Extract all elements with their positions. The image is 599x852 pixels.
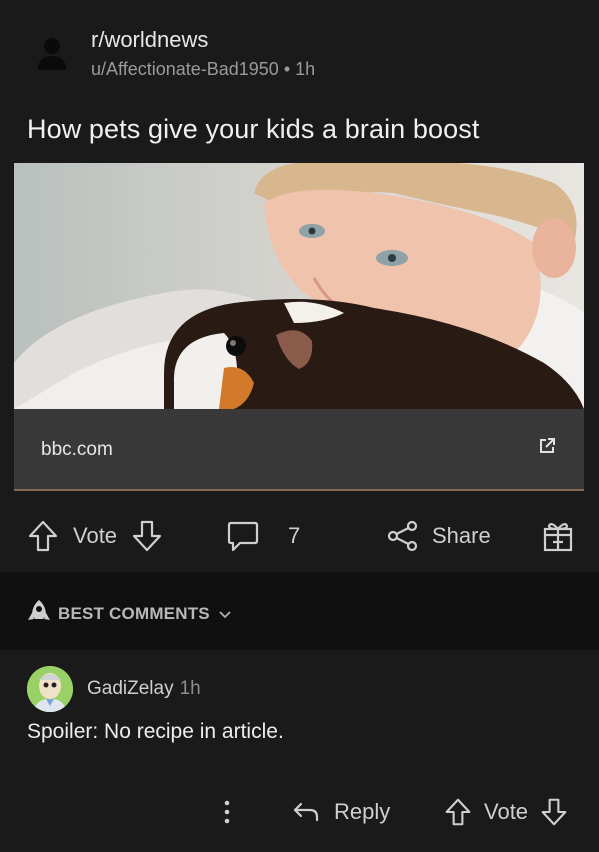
rocket-icon: [26, 598, 52, 629]
article-thumbnail[interactable]: [14, 163, 584, 409]
comment-upvote-icon[interactable]: [444, 797, 472, 827]
link-domain[interactable]: bbc.com: [41, 439, 113, 461]
sort-dropdown[interactable]: BEST COMMENTS: [26, 598, 231, 629]
subreddit-avatar-icon[interactable]: [36, 36, 68, 72]
comment-author[interactable]: GadiZelay: [87, 678, 174, 699]
reply-label: Reply: [334, 799, 391, 824]
vote-label: Vote: [73, 523, 118, 548]
share-button[interactable]: Share: [386, 518, 491, 554]
comment-vote-label: Vote: [484, 799, 529, 824]
comment-vote-group: Vote: [444, 794, 568, 830]
post-header: r/worldnews u/Affectionate-Bad1950 • 1h …: [0, 0, 599, 160]
more-options-button[interactable]: [220, 794, 234, 830]
comment-downvote-icon[interactable]: [540, 797, 568, 827]
subreddit-name[interactable]: r/worldnews: [91, 27, 208, 53]
comment-bubble-icon: [226, 519, 260, 553]
link-bar[interactable]: bbc.com: [14, 409, 584, 489]
link-preview-card[interactable]: bbc.com: [14, 163, 584, 491]
upvote-icon[interactable]: [27, 519, 59, 553]
downvote-icon[interactable]: [131, 519, 163, 553]
post-time: 1h: [295, 59, 316, 79]
award-button[interactable]: [541, 518, 575, 554]
reply-button[interactable]: Reply: [292, 794, 390, 830]
post-title[interactable]: How pets give your kids a brain boost: [27, 114, 479, 145]
vote-group: Vote: [27, 518, 163, 554]
share-label: Share: [432, 523, 491, 548]
external-link-icon[interactable]: [538, 437, 556, 455]
sort-label: BEST COMMENTS: [58, 603, 210, 623]
reply-arrow-icon: [292, 799, 320, 825]
meta-separator: •: [283, 59, 291, 79]
comment: GadiZelay 1h Spoiler: No recipe in articl…: [0, 650, 599, 852]
comment-actions: Reply Vote: [0, 790, 599, 834]
comments-header: BEST COMMENTS: [0, 572, 599, 650]
comment-count: 7: [288, 523, 301, 548]
more-vertical-icon: [220, 797, 234, 827]
share-icon: [386, 519, 420, 553]
comment-author-line: GadiZelay 1h: [87, 678, 201, 700]
comment-body: Spoiler: No recipe in article.: [27, 720, 284, 743]
post-meta: u/Affectionate-Bad1950 • 1h: [91, 59, 315, 80]
chevron-down-icon: [219, 604, 231, 624]
comment-time: 1h: [179, 678, 201, 699]
comments-button[interactable]: 7: [226, 518, 300, 554]
gift-icon: [541, 519, 575, 553]
commenter-avatar[interactable]: [27, 666, 73, 712]
post-author[interactable]: u/Affectionate-Bad1950: [91, 59, 279, 79]
post-action-bar: Vote 7 Share: [0, 500, 599, 572]
